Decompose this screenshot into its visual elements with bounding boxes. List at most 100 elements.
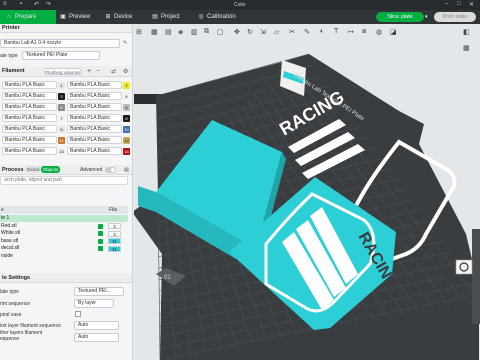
filament-select[interactable]: Bambu PLA Basic <box>2 81 57 89</box>
filament-item[interactable]: Bambu PLA Basic 14 <box>67 147 130 156</box>
filament-select[interactable]: Bambu PLA Basic <box>67 125 122 133</box>
first-layer-sequence-select[interactable]: Auto <box>74 321 119 330</box>
object-filament-number[interactable]: 11 <box>108 245 121 252</box>
visible-check-icon[interactable] <box>98 223 103 229</box>
filament-color-swatch[interactable]: 3 <box>58 92 65 100</box>
measure-icon[interactable]: ↦ <box>348 28 354 36</box>
split-icon[interactable]: ⧉ <box>204 28 209 36</box>
cut-icon[interactable]: ✂ <box>289 28 295 36</box>
filament-item[interactable]: Bambu PLA Basic 6 <box>67 103 130 112</box>
close-button[interactable]: ✕ <box>469 1 474 8</box>
tab-device[interactable]: ⊞ Device <box>105 10 149 24</box>
filament-select[interactable]: Bambu PLA Basic <box>67 136 122 144</box>
filament-item[interactable]: Bambu PLA Basic 8 <box>67 114 130 123</box>
print-plate-button[interactable]: Print plate <box>434 12 476 22</box>
tab-prepare[interactable]: ⌂ Prepare <box>0 10 56 24</box>
object-filament-number[interactable]: 3 <box>108 230 121 237</box>
filament-color-swatch[interactable]: 12 <box>123 136 130 144</box>
move-icon[interactable]: ✥ <box>234 28 240 36</box>
add-object-icon[interactable]: ⊞ <box>136 28 142 36</box>
plate-lock-icon[interactable] <box>455 259 473 275</box>
filament-color-swatch[interactable]: 10 <box>123 125 130 133</box>
compare-icon[interactable]: ▤ <box>124 167 129 173</box>
color-paint-icon[interactable]: ◍ <box>376 28 382 36</box>
lay-on-face-icon[interactable]: ▱ <box>274 28 279 36</box>
spiral-vase-checkbox[interactable] <box>75 311 81 317</box>
filament-item[interactable]: Bambu PLA Basic 9 <box>2 125 65 134</box>
filament-color-swatch[interactable]: 13 <box>58 147 65 155</box>
filament-color-swatch[interactable]: 5 <box>58 103 65 111</box>
filament-color-swatch[interactable]: 2 <box>123 81 130 89</box>
object-list-item[interactable]: te 1 <box>0 215 128 222</box>
object-list-item[interactable]: nside <box>0 253 128 260</box>
visible-check-icon[interactable] <box>98 246 103 252</box>
maximize-button[interactable]: □ <box>457 1 461 7</box>
sync-icon[interactable]: ⇄ <box>111 68 116 75</box>
filament-item[interactable]: Bambu PLA Basic 5 <box>2 103 65 112</box>
assemble-icon[interactable]: ⧈ <box>362 28 366 36</box>
orient-icon[interactable]: ◈ <box>178 28 183 36</box>
filament-color-swatch[interactable]: 6 <box>123 103 130 111</box>
filament-color-swatch[interactable]: 9 <box>58 125 65 133</box>
support-paint-icon[interactable]: ✎ <box>304 28 310 36</box>
plate-type-select[interactable]: Textured PEI Plate <box>22 51 100 60</box>
filament-select[interactable]: Bambu PLA Basic <box>2 103 57 111</box>
tab-preview[interactable]: ▣ Preview <box>60 10 105 24</box>
filament-item[interactable]: Bambu PLA Basic 10 <box>67 125 130 134</box>
visible-check-icon[interactable] <box>98 238 103 244</box>
advanced-toggle[interactable] <box>105 167 116 173</box>
filament-select[interactable]: Bambu PLA Basic <box>2 114 57 122</box>
filament-select[interactable]: Bambu PLA Basic <box>2 147 57 155</box>
filament-color-swatch[interactable]: 1 <box>58 81 65 89</box>
object-filament-number[interactable]: 11 <box>108 238 121 245</box>
filament-item[interactable]: Bambu PLA Basic 7 <box>2 114 65 123</box>
filament-item[interactable]: Bambu PLA Basic 12 <box>67 136 130 145</box>
remove-icon[interactable]: − <box>96 68 100 75</box>
edit-icon[interactable]: ✎ <box>123 40 127 46</box>
print-sequence-select[interactable]: By layer <box>74 299 114 308</box>
slice-view-icon[interactable]: ◪ <box>390 28 397 36</box>
view-cube-icon[interactable]: ◧ <box>463 28 470 36</box>
tab-calibration[interactable]: ◎ Calibration <box>198 10 258 24</box>
settings-icon[interactable]: ⚙ <box>123 68 128 75</box>
printer-select[interactable]: Bambu Lab A1 0.4 nozzle <box>0 39 120 48</box>
global-toggle[interactable]: Global <box>25 166 41 173</box>
filament-select[interactable]: Bambu PLA Basic <box>2 136 57 144</box>
filament-select[interactable]: Bambu PLA Basic <box>67 147 122 155</box>
filament-item[interactable]: Bambu PLA Basic 3 <box>2 92 65 101</box>
minimize-button[interactable]: – <box>445 1 448 7</box>
object-list-item[interactable]: decal.stl 11 <box>0 245 128 252</box>
filament-item[interactable]: Bambu PLA Basic 1 <box>2 81 65 90</box>
object-list-item[interactable]: base.stl 11 <box>0 238 128 245</box>
filament-color-swatch[interactable]: 14 <box>123 147 130 155</box>
filament-item[interactable]: Bambu PLA Basic 13 <box>2 147 65 156</box>
filament-select[interactable]: Bambu PLA Basic <box>2 125 57 133</box>
filament-select[interactable]: Bambu PLA Basic <box>67 81 122 89</box>
filament-select[interactable]: Bambu PLA Basic <box>67 103 122 111</box>
filament-select[interactable]: Bambu PLA Basic <box>67 114 122 122</box>
text-tool-icon[interactable]: T <box>334 28 338 35</box>
filament-item[interactable]: Bambu PLA Basic 4 <box>67 92 130 101</box>
object-list-item[interactable]: Red.stl 3 <box>0 223 128 230</box>
object-filament-number[interactable]: 3 <box>108 223 121 230</box>
object-list-item[interactable]: White.stl 3 <box>0 230 128 237</box>
arrange-icon[interactable]: ▥ <box>191 28 198 36</box>
3d-viewport[interactable]: Bambu Lab Textured PEI Plate RACING RACI… <box>134 24 480 360</box>
filament-select[interactable]: Bambu PLA Basic <box>67 92 122 100</box>
seam-paint-icon[interactable]: ◐ <box>320 28 324 35</box>
add-plate-icon[interactable]: ▦ <box>151 28 158 36</box>
grid-icon[interactable]: ▤ <box>165 28 172 36</box>
tab-project[interactable]: ▤ Project <box>152 10 196 24</box>
build-plate-scene[interactable]: Bambu Lab Textured PEI Plate RACING RACI… <box>134 24 480 360</box>
objects-toggle[interactable]: Objects <box>41 166 60 173</box>
rotate-icon[interactable]: ↻ <box>247 28 253 36</box>
filament-color-swatch[interactable]: 11 <box>58 136 65 144</box>
add-icon[interactable]: + <box>87 68 91 75</box>
filament-select[interactable]: Bambu PLA Basic <box>2 92 57 100</box>
chevron-down-icon[interactable]: ▾ <box>425 12 428 22</box>
filament-color-swatch[interactable]: 8 <box>123 114 130 122</box>
scale-icon[interactable]: ⇲ <box>260 28 266 36</box>
filament-item[interactable]: Bambu PLA Basic 2 <box>67 81 130 90</box>
filament-color-swatch[interactable]: 7 <box>58 114 65 122</box>
filament-color-swatch[interactable]: 4 <box>123 92 130 100</box>
